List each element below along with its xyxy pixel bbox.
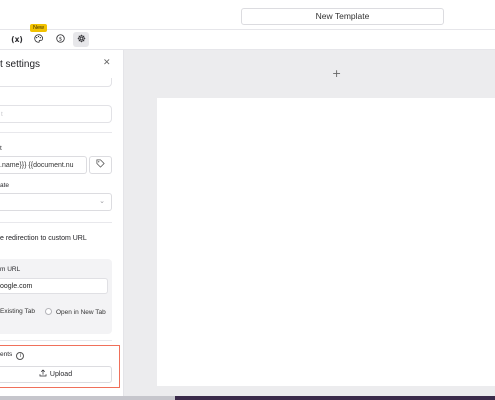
attachments-section: ents i Upload: [0, 345, 120, 388]
bottom-strip-segment: [0, 396, 175, 400]
filename-label: t: [0, 145, 2, 152]
toolbar-blank-area: [123, 30, 495, 49]
bottom-strip: [0, 396, 495, 400]
add-section-button[interactable]: +: [332, 67, 341, 80]
custom-url-input[interactable]: oogle.com: [0, 278, 108, 294]
radio-new-tab[interactable]: Open in New Tab: [45, 308, 106, 316]
template-select[interactable]: ⌄: [0, 193, 112, 211]
palette-icon[interactable]: [31, 32, 45, 47]
upload-icon: [39, 367, 47, 382]
attachments-label-text: ents: [0, 351, 13, 358]
tag-icon[interactable]: [89, 156, 112, 174]
panel-title: t settings: [0, 59, 41, 70]
upload-button[interactable]: Upload: [0, 366, 112, 383]
close-icon[interactable]: ✕: [103, 57, 111, 68]
variables-button[interactable]: (x): [10, 32, 24, 47]
document-canvas[interactable]: [157, 98, 495, 386]
upload-label: Upload: [49, 371, 73, 378]
divider: [0, 340, 112, 341]
divider: [0, 222, 112, 223]
divider: [0, 132, 112, 133]
gear-icon[interactable]: [73, 32, 89, 47]
template-name-field[interactable]: New Template: [241, 8, 444, 25]
new-badge: New: [30, 24, 48, 32]
radio-existing-label: Existing Tab: [0, 308, 35, 315]
document-settings-panel: t settings ✕ t t .name}}} {{document.nu …: [0, 50, 124, 396]
info-icon[interactable]: i: [16, 352, 25, 360]
description-field[interactable]: t: [0, 105, 112, 123]
filename-input[interactable]: .name}}} {{document.nu: [0, 156, 87, 174]
name-field[interactable]: [0, 78, 112, 87]
attachments-label: ents i: [0, 351, 25, 360]
editor-toolbar: (x) $: [0, 30, 123, 49]
radio-new-label: Open in New Tab: [56, 309, 106, 316]
chevron-down-icon: ⌄: [99, 198, 105, 205]
select-label: ate: [0, 182, 10, 189]
redirect-toggle-label[interactable]: e redirection to custom URL: [0, 235, 87, 242]
svg-text:$: $: [58, 36, 61, 42]
radio-existing-tab[interactable]: Existing Tab: [0, 308, 35, 315]
top-bar: New Template: [0, 0, 495, 30]
custom-url-label: m URL: [0, 266, 21, 273]
radio-circle-icon[interactable]: [45, 308, 52, 315]
dollar-icon[interactable]: $: [53, 32, 67, 47]
